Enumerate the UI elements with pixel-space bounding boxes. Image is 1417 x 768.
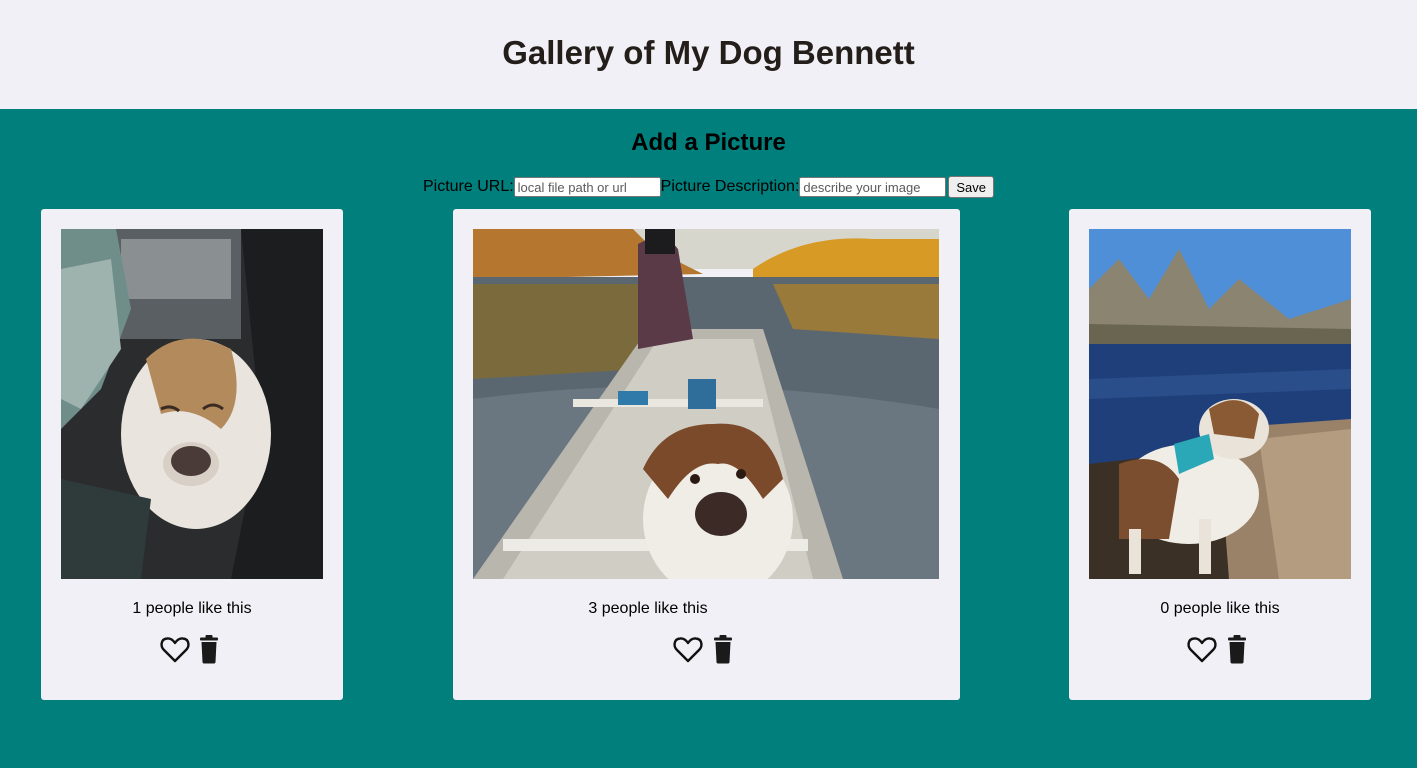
dog-photo-canoe bbox=[473, 229, 939, 579]
picture-description-input[interactable] bbox=[799, 177, 947, 197]
picture-card-2: 3 people like this bbox=[453, 209, 960, 700]
add-picture-heading: Add a Picture bbox=[631, 129, 786, 156]
trash-icon[interactable] bbox=[1227, 635, 1247, 664]
heart-outline-icon[interactable] bbox=[1187, 635, 1217, 665]
picture-card-1: 1 people like this bbox=[41, 209, 343, 700]
likes-count: 0 people like this bbox=[1160, 600, 1280, 617]
dog-photo-car bbox=[61, 229, 323, 579]
page-title: Gallery of My Dog Bennett bbox=[502, 34, 915, 71]
picture-url-label: Picture URL: bbox=[422, 178, 514, 195]
heart-outline-icon[interactable] bbox=[160, 635, 190, 665]
page-header: Gallery of My Dog Bennett bbox=[0, 0, 1417, 109]
trash-icon[interactable] bbox=[199, 635, 219, 664]
picture-description-label: Picture Description: bbox=[660, 178, 800, 195]
likes-count: 3 people like this bbox=[588, 600, 708, 617]
likes-count: 1 people like this bbox=[132, 600, 252, 617]
trash-icon[interactable] bbox=[713, 635, 733, 664]
picture-card-3: 0 people like this bbox=[1069, 209, 1371, 700]
dog-photo-lake bbox=[1089, 229, 1351, 579]
save-button[interactable]: Save bbox=[948, 176, 995, 198]
heart-outline-icon[interactable] bbox=[673, 635, 703, 665]
picture-url-input[interactable] bbox=[513, 177, 661, 197]
add-picture-form: Picture URL: Picture Description: Save bbox=[0, 176, 1417, 198]
